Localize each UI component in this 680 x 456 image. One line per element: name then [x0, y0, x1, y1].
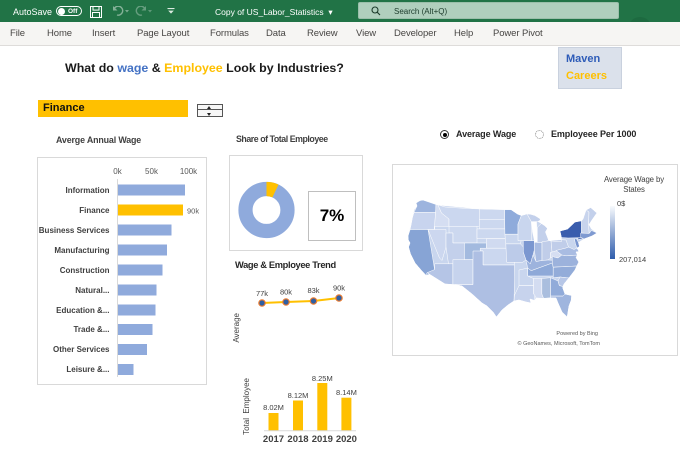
svg-text:83k: 83k: [307, 286, 319, 295]
svg-text:2017: 2017: [263, 434, 284, 445]
svg-text:80k: 80k: [280, 288, 292, 297]
svg-text:8.02M: 8.02M: [263, 403, 284, 412]
svg-text:77k: 77k: [256, 289, 268, 298]
svg-text:100k: 100k: [180, 167, 198, 176]
svg-text:Construction: Construction: [60, 266, 110, 275]
svg-text:Natural...: Natural...: [75, 286, 109, 295]
svg-text:50k: 50k: [145, 167, 159, 176]
svg-text:Manufacturing: Manufacturing: [54, 246, 109, 255]
svg-text:Education &...: Education &...: [56, 306, 109, 315]
svg-text:8.12M: 8.12M: [288, 391, 309, 400]
svg-text:Leisure &...: Leisure &...: [66, 365, 109, 374]
svg-text:Trade &...: Trade &...: [73, 325, 109, 334]
svg-text:8.25M: 8.25M: [312, 374, 333, 383]
svg-text:0k: 0k: [113, 167, 122, 176]
svg-text:Finance: Finance: [79, 206, 110, 215]
svg-text:Business Services: Business Services: [39, 226, 110, 235]
svg-text:2020: 2020: [336, 434, 357, 445]
svg-text:Other Services: Other Services: [53, 345, 110, 354]
svg-text:8.14M: 8.14M: [336, 388, 357, 397]
svg-text:2019: 2019: [312, 434, 333, 445]
svg-text:90k: 90k: [187, 207, 199, 216]
svg-text:90k: 90k: [333, 284, 345, 293]
svg-text:2018: 2018: [287, 434, 308, 445]
svg-text:Information: Information: [66, 186, 110, 195]
